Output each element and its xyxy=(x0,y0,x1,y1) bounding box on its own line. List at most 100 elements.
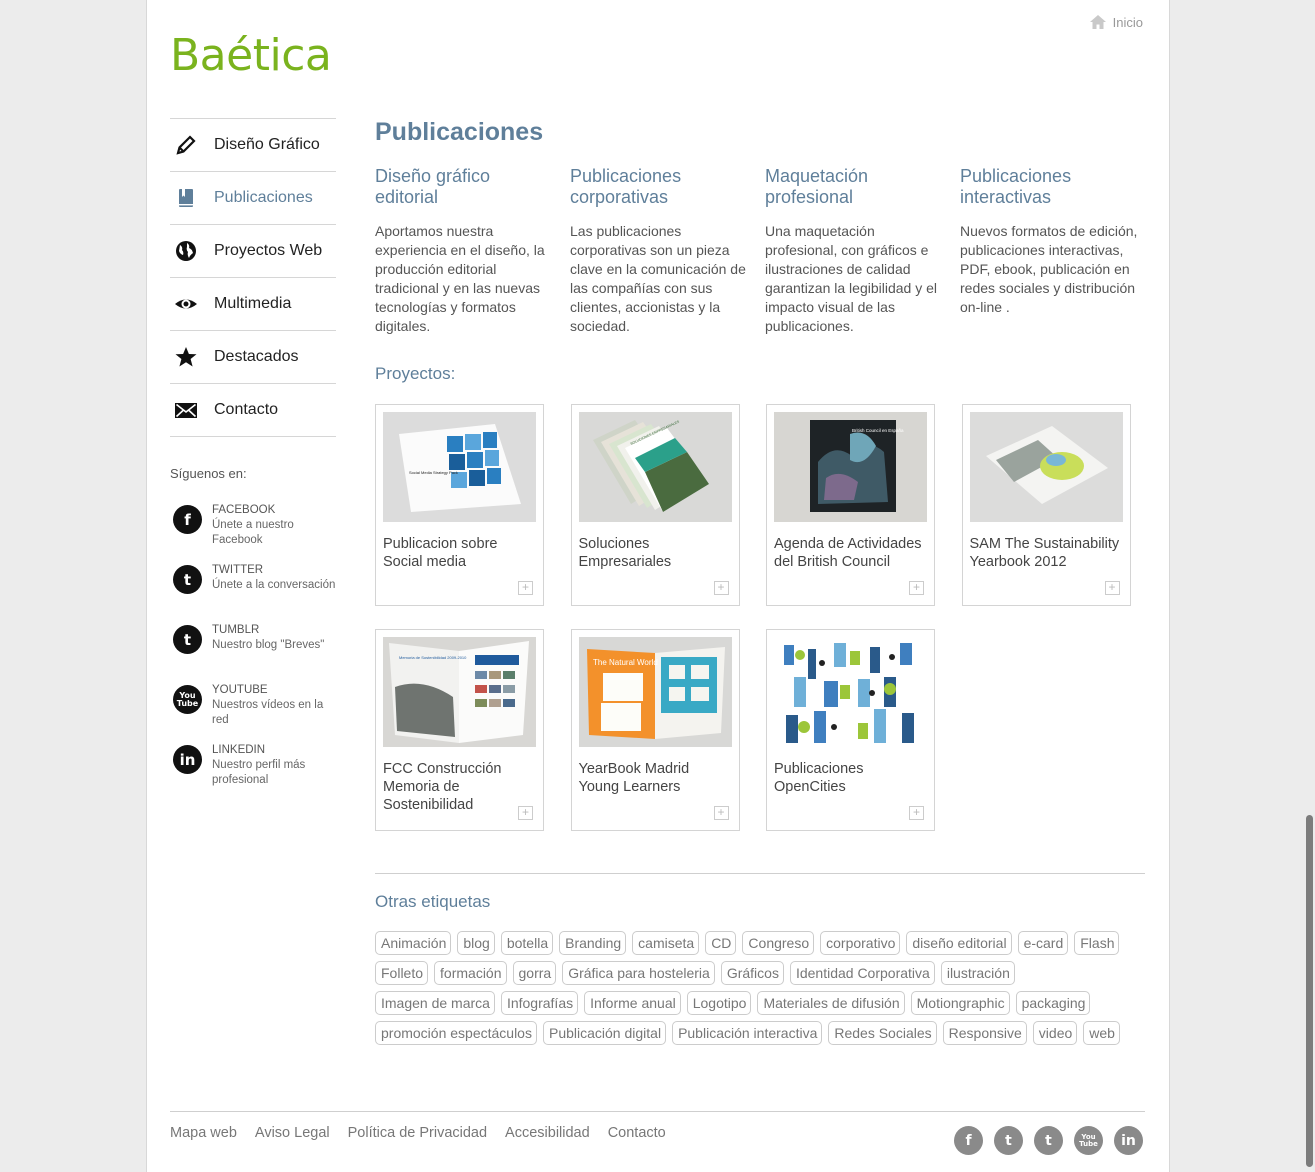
footer-social: f t t You Tube in xyxy=(954,1126,1143,1155)
social-text: LINKEDIN Nuestro perfil más profesional xyxy=(212,743,343,803)
footer-link-aviso-legal[interactable]: Aviso Legal xyxy=(255,1125,330,1141)
project-thumbnail: British Council en España xyxy=(774,412,927,522)
project-thumbnail: SOLUCIONES EMPRESARIALES xyxy=(578,412,732,522)
nav-item-contacto[interactable]: Contacto xyxy=(170,384,336,437)
tag[interactable]: Branding xyxy=(559,931,627,955)
social-item-twitter[interactable]: t TWITTER Únete a la conversación xyxy=(173,563,343,623)
plus-icon[interactable]: + xyxy=(1104,581,1120,595)
nav-item-diseno-grafico[interactable]: Diseño Gráfico xyxy=(170,119,336,172)
linkedin-icon[interactable]: in xyxy=(1114,1126,1143,1155)
nav-item-label: Destacados xyxy=(214,348,299,365)
service-column: Maquetación profesional Una maquetación … xyxy=(765,166,960,336)
nav-item-destacados[interactable]: Destacados xyxy=(170,331,336,384)
tag[interactable]: web xyxy=(1083,1021,1120,1045)
footer-link-accesibilidad[interactable]: Accesibilidad xyxy=(505,1125,590,1141)
project-name: Agenda de Actividades del British Counci… xyxy=(774,536,922,570)
tag[interactable]: blog xyxy=(457,931,495,955)
nav-item-label: Publicaciones xyxy=(214,189,313,206)
project-card[interactable]: Memoria de Sostenibilidad 2009-2010 FCC … xyxy=(375,629,544,831)
tag[interactable]: video xyxy=(1032,1021,1078,1045)
facebook-icon[interactable]: f xyxy=(954,1126,983,1155)
service-desc: Nuevos formatos de edición, publicacione… xyxy=(960,223,1138,315)
tag[interactable]: Publicación digital xyxy=(542,1021,667,1045)
tag[interactable]: gorra xyxy=(512,961,557,985)
tag[interactable]: Publicación interactiva xyxy=(672,1021,823,1045)
tag[interactable]: Gráficos xyxy=(720,961,784,985)
services-row: Diseño gráfico editorial Aportamos nuest… xyxy=(375,166,1155,336)
project-name: FCC Construcción Memoria de Sostenibilid… xyxy=(383,761,502,813)
service-column: Publicaciones corporativas Las publicaci… xyxy=(570,166,765,336)
tag[interactable]: Gráfica para hosteleria xyxy=(562,961,715,985)
twitter-icon[interactable]: t xyxy=(994,1126,1023,1155)
follow-title: Síguenos en: xyxy=(170,466,247,481)
plus-icon[interactable]: + xyxy=(518,806,533,820)
nav-item-label: Multimedia xyxy=(214,295,292,312)
tag[interactable]: promoción espectáculos xyxy=(375,1021,537,1045)
social-list: f FACEBOOK Únete a nuestro Facebook t TW… xyxy=(173,503,343,803)
project-name: Publicaciones OpenCities xyxy=(774,761,864,795)
scrollbar[interactable] xyxy=(1306,815,1313,1167)
project-card[interactable]: Publicaciones OpenCities + xyxy=(766,629,935,831)
tag[interactable]: Identidad Corporativa xyxy=(789,961,935,985)
tag[interactable]: Folleto xyxy=(375,961,429,985)
nav-item-multimedia[interactable]: Multimedia xyxy=(170,278,336,331)
project-card[interactable]: SOLUCIONES EMPRESARIALES Soluciones Empr… xyxy=(570,404,740,606)
project-name: SAM The Sustainability Yearbook 2012 xyxy=(969,536,1120,570)
section-divider xyxy=(375,873,1145,874)
social-desc: Únete a nuestro Facebook xyxy=(212,519,294,546)
footer-link-mapa-web[interactable]: Mapa web xyxy=(170,1125,237,1141)
social-item-youtube[interactable]: You Tube YOUTUBE Nuestros vídeos en la re… xyxy=(173,683,343,743)
plus-icon[interactable]: + xyxy=(713,581,729,595)
tag[interactable]: formación xyxy=(434,961,507,985)
plus-icon[interactable]: + xyxy=(713,806,729,820)
project-thumbnail xyxy=(969,412,1123,522)
project-card[interactable]: SAM The Sustainability Yearbook 2012 + xyxy=(961,404,1131,606)
home-icon xyxy=(1089,15,1106,29)
tumblr-icon[interactable]: t xyxy=(1034,1126,1063,1155)
project-card[interactable]: Social Media Strategy Pack Publicacion s… xyxy=(375,404,544,606)
tumblr-icon: t xyxy=(173,625,202,654)
tag[interactable]: Materiales de difusión xyxy=(757,991,905,1015)
tag[interactable]: camiseta xyxy=(632,931,700,955)
project-card[interactable]: British Council en España Agenda de Acti… xyxy=(766,404,935,606)
footer-link-privacidad[interactable]: Política de Privacidad xyxy=(348,1125,487,1141)
plus-icon[interactable]: + xyxy=(909,806,924,820)
plus-icon[interactable]: + xyxy=(518,581,533,595)
social-item-linkedin[interactable]: in LINKEDIN Nuestro perfil más profesion… xyxy=(173,743,343,803)
social-name: YOUTUBE xyxy=(212,684,268,696)
tag[interactable]: Congreso xyxy=(742,931,815,955)
tag[interactable]: Flash xyxy=(1074,931,1120,955)
social-desc: Nuestro blog "Breves" xyxy=(212,639,325,651)
tag[interactable]: Informe anual xyxy=(584,991,681,1015)
tag[interactable]: e-card xyxy=(1017,931,1069,955)
tag[interactable]: botella xyxy=(500,931,554,955)
tag[interactable]: Imagen de marca xyxy=(375,991,495,1015)
social-item-tumblr[interactable]: t TUMBLR Nuestro blog "Breves" xyxy=(173,623,343,683)
envelope-icon xyxy=(170,398,214,422)
project-card[interactable]: The Natural World YearBook Madrid Young … xyxy=(570,629,740,831)
service-title: Publicaciones interactivas xyxy=(960,166,1072,207)
tag[interactable]: Motiongraphic xyxy=(910,991,1010,1015)
home-link[interactable]: Inicio xyxy=(1089,14,1143,30)
tag[interactable]: packaging xyxy=(1015,991,1091,1015)
site-logo[interactable]: Baética xyxy=(170,30,332,81)
social-desc: Nuestros vídeos en la red xyxy=(212,699,324,726)
service-column: Diseño gráfico editorial Aportamos nuest… xyxy=(375,166,570,336)
youtube-icon[interactable]: You Tube xyxy=(1074,1126,1103,1155)
tag[interactable]: Responsive xyxy=(942,1021,1027,1045)
thumb-text: Memoria de Sostenibilidad 2009-2010 xyxy=(399,655,467,660)
tag[interactable]: Logotipo xyxy=(686,991,752,1015)
footer-links: Mapa web Aviso Legal Política de Privaci… xyxy=(170,1125,666,1141)
nav-item-proyectos-web[interactable]: Proyectos Web xyxy=(170,225,336,278)
footer-link-contacto[interactable]: Contacto xyxy=(608,1125,666,1141)
tag[interactable]: corporativo xyxy=(820,931,901,955)
tag[interactable]: Redes Sociales xyxy=(828,1021,937,1045)
plus-icon[interactable]: + xyxy=(909,581,924,595)
tag[interactable]: Animación xyxy=(375,931,452,955)
tag[interactable]: CD xyxy=(705,931,737,955)
tag[interactable]: ilustración xyxy=(940,961,1015,985)
tag[interactable]: Infografías xyxy=(500,991,579,1015)
social-item-facebook[interactable]: f FACEBOOK Únete a nuestro Facebook xyxy=(173,503,343,563)
nav-item-publicaciones[interactable]: Publicaciones xyxy=(170,172,336,225)
tag[interactable]: diseño editorial xyxy=(906,931,1012,955)
